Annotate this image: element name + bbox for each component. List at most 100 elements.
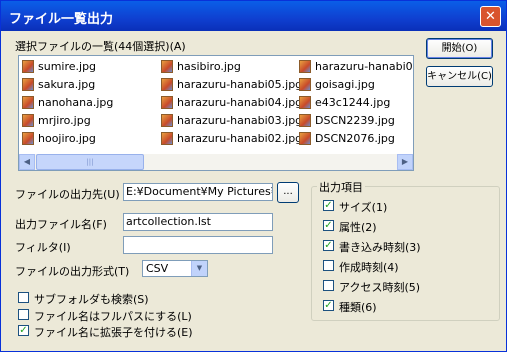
dialog-window: ファイル一覧出力 ✕ 選択ファイルの一覧(44個選択)(A) sumire.jp… (0, 0, 507, 352)
check-icon: ✓ (324, 240, 333, 251)
filter-field[interactable] (123, 236, 273, 254)
list-item[interactable]: harazuru-hanabi01.jp (298, 58, 413, 76)
format-label: ファイルの出力形式(T) (15, 265, 130, 278)
file-list[interactable]: sumire.jpg sakura.jpg nanohana.jpg mrjir… (18, 55, 414, 171)
type-label: 種類(6) (339, 301, 377, 314)
file-name: hoojiro.jpg (38, 132, 96, 145)
type-checkbox[interactable]: ✓ (323, 300, 334, 311)
image-file-icon (22, 78, 34, 91)
image-file-icon (161, 96, 173, 109)
image-file-icon (299, 78, 311, 91)
image-file-icon (22, 114, 34, 127)
horizontal-scrollbar[interactable]: ◀ ||| ▶ (19, 154, 413, 170)
image-file-icon (299, 60, 311, 73)
close-button[interactable]: ✕ (480, 6, 501, 27)
size-label: サイズ(1) (339, 201, 388, 214)
check-icon: ✓ (324, 300, 333, 311)
arrow-left-icon: ◀ (23, 157, 31, 166)
extension-label: ファイル名に拡張子を付ける(E) (34, 326, 193, 339)
title-bar[interactable]: ファイル一覧出力 ✕ (1, 1, 506, 31)
output-items-legend: 出力項目 (317, 179, 365, 195)
chevron-down-icon: ▼ (196, 264, 203, 272)
file-name: e43c1244.jpg (315, 96, 391, 109)
file-name: mrjiro.jpg (38, 114, 91, 127)
filename-field[interactable]: artcollection.lst (123, 213, 273, 231)
list-item[interactable]: DSCN2239.jpg (298, 112, 413, 130)
cancel-button[interactable]: キャンセル(C) (426, 66, 493, 87)
fullpath-label: ファイル名はフルパスにする(L) (34, 310, 192, 323)
list-item[interactable]: sumire.jpg (21, 58, 113, 76)
list-item[interactable]: hasibiro.jpg (160, 58, 302, 76)
check-icon: ✓ (19, 325, 28, 336)
image-file-icon (299, 96, 311, 109)
check-icon: ✓ (324, 200, 333, 211)
image-file-icon (161, 132, 173, 145)
created-time-label: 作成時刻(4) (339, 261, 399, 274)
subfolder-label: サブフォルダも検索(S) (34, 293, 149, 306)
created-time-checkbox[interactable]: ✓ (323, 260, 334, 271)
list-item[interactable]: e43c1244.jpg (298, 94, 413, 112)
file-name: DSCN2239.jpg (315, 114, 395, 127)
filename-label: 出力ファイル名(F) (15, 218, 107, 231)
close-icon: ✕ (485, 9, 496, 24)
list-item[interactable]: hoojiro.jpg (21, 130, 113, 148)
list-item[interactable]: mrjiro.jpg (21, 112, 113, 130)
access-time-checkbox[interactable]: ✓ (323, 280, 334, 291)
list-item[interactable]: harazuru-hanabi05.jpg (160, 76, 302, 94)
list-item[interactable]: sakura.jpg (21, 76, 113, 94)
image-file-icon (299, 132, 311, 145)
extension-checkbox[interactable]: ✓ (18, 325, 29, 336)
size-checkbox[interactable]: ✓ (323, 200, 334, 211)
image-file-icon (22, 96, 34, 109)
file-name: harazuru-hanabi03.jpg (177, 114, 303, 127)
image-file-icon (22, 132, 34, 145)
list-item[interactable]: harazuru-hanabi02.jpg (160, 130, 302, 148)
browse-button[interactable]: ... (277, 182, 299, 203)
file-list-label: 選択ファイルの一覧(44個選択)(A) (15, 40, 186, 53)
list-item[interactable]: goisagi.jpg (298, 76, 413, 94)
write-time-label: 書き込み時刻(3) (339, 241, 421, 254)
dest-field[interactable]: E:¥Document¥My Pictures¥ (123, 183, 273, 201)
scroll-left-button[interactable]: ◀ (19, 154, 35, 170)
dest-label: ファイルの出力先(U) (15, 188, 120, 201)
image-file-icon (161, 78, 173, 91)
format-dropdown-button[interactable]: ▼ (191, 261, 207, 276)
filter-label: フィルタ(I) (15, 241, 71, 254)
list-item[interactable]: DSCN2076.jpg (298, 130, 413, 148)
file-name: sumire.jpg (38, 60, 97, 73)
window-title: ファイル一覧出力 (9, 12, 114, 27)
format-value: CSV (146, 262, 169, 275)
image-file-icon (299, 114, 311, 127)
grip-icon: ||| (86, 158, 94, 166)
format-select[interactable]: CSV ▼ (142, 260, 208, 277)
start-button[interactable]: 開始(O) (426, 38, 493, 59)
file-name: goisagi.jpg (315, 78, 375, 91)
file-name: DSCN2076.jpg (315, 132, 395, 145)
file-list-column-3: harazuru-hanabi01.jp goisagi.jpg e43c124… (298, 58, 413, 148)
image-file-icon (161, 114, 173, 127)
image-file-icon (22, 60, 34, 73)
file-name: harazuru-hanabi05.jpg (177, 78, 303, 91)
scrollbar-thumb[interactable]: ||| (36, 154, 144, 170)
arrow-right-icon: ▶ (401, 157, 409, 166)
file-name: harazuru-hanabi02.jpg (177, 132, 303, 145)
attribute-checkbox[interactable]: ✓ (323, 220, 334, 231)
access-time-label: アクセス時刻(5) (339, 281, 421, 294)
file-name: harazuru-hanabi01.jp (315, 60, 413, 73)
list-item[interactable]: harazuru-hanabi03.jpg (160, 112, 302, 130)
list-item[interactable]: harazuru-hanabi04.jpg (160, 94, 302, 112)
subfolder-checkbox[interactable]: ✓ (18, 292, 29, 303)
file-name: harazuru-hanabi04.jpg (177, 96, 303, 109)
file-name: nanohana.jpg (38, 96, 114, 109)
file-list-column-1: sumire.jpg sakura.jpg nanohana.jpg mrjir… (21, 58, 113, 148)
file-name: hasibiro.jpg (177, 60, 241, 73)
write-time-checkbox[interactable]: ✓ (323, 240, 334, 251)
check-icon: ✓ (324, 220, 333, 231)
attribute-label: 属性(2) (339, 221, 377, 234)
file-name: sakura.jpg (38, 78, 96, 91)
fullpath-checkbox[interactable]: ✓ (18, 309, 29, 320)
file-list-column-2: hasibiro.jpg harazuru-hanabi05.jpg haraz… (160, 58, 302, 148)
list-item[interactable]: nanohana.jpg (21, 94, 113, 112)
image-file-icon (161, 60, 173, 73)
scroll-right-button[interactable]: ▶ (397, 154, 413, 170)
